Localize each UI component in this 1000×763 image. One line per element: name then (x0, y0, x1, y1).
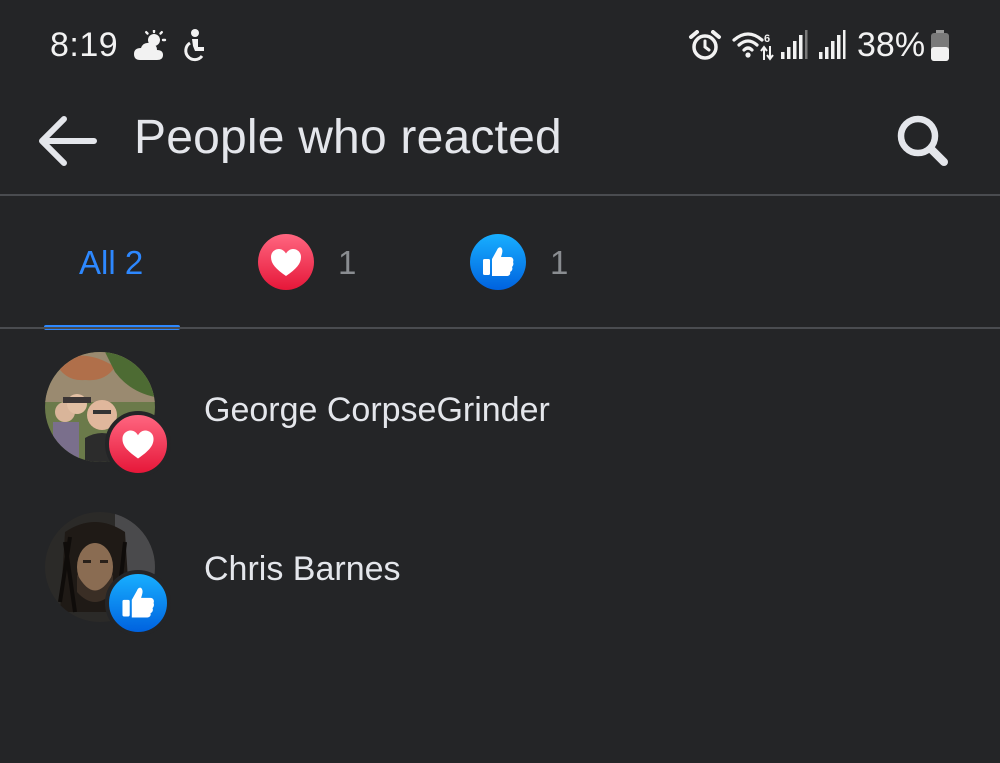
header: People who reacted (0, 92, 1000, 194)
battery-icon (931, 30, 949, 61)
tab-like-count: 1 (550, 244, 569, 281)
weather-sun-cloud-icon (134, 30, 167, 60)
svg-text:6: 6 (764, 33, 770, 45)
search-button[interactable] (886, 106, 958, 178)
list-item[interactable]: George CorpseGrinder (0, 329, 1000, 487)
love-reaction-badge (105, 411, 171, 477)
alarm-icon (689, 30, 721, 60)
heart-icon (258, 234, 314, 290)
signal-icon (819, 30, 846, 59)
status-bar: 8:19 6 38% (0, 0, 1000, 92)
thumbs-up-icon (122, 587, 154, 618)
battery-percentage: 38% (857, 26, 926, 64)
page-title: People who reacted (134, 111, 562, 164)
arrow-left-icon (39, 116, 97, 166)
person-name[interactable]: Chris Barnes (204, 550, 401, 589)
heart-icon (122, 430, 154, 459)
like-reaction-badge (105, 570, 171, 636)
signal-icon (781, 30, 808, 59)
tab-all-label: All 2 (79, 244, 144, 281)
tab-love-count: 1 (338, 244, 357, 281)
back-button[interactable] (30, 106, 102, 178)
accessibility-icon (184, 29, 204, 62)
person-name[interactable]: George CorpseGrinder (204, 391, 550, 430)
search-icon (897, 115, 948, 166)
reaction-tabs: All 2 1 1 (0, 196, 1000, 330)
thumbs-up-icon (470, 234, 526, 290)
list-item[interactable]: Chris Barnes (0, 487, 1000, 645)
tab-like[interactable]: 1 (470, 196, 580, 328)
reactions-screen: 8:19 6 38% People who reacted All 2 1 1 … (0, 0, 1000, 763)
tab-love[interactable]: 1 (258, 196, 368, 328)
wifi-icon: 6 (732, 32, 774, 61)
tab-all[interactable]: All 2 (44, 196, 180, 330)
status-time: 8:19 (50, 26, 119, 64)
